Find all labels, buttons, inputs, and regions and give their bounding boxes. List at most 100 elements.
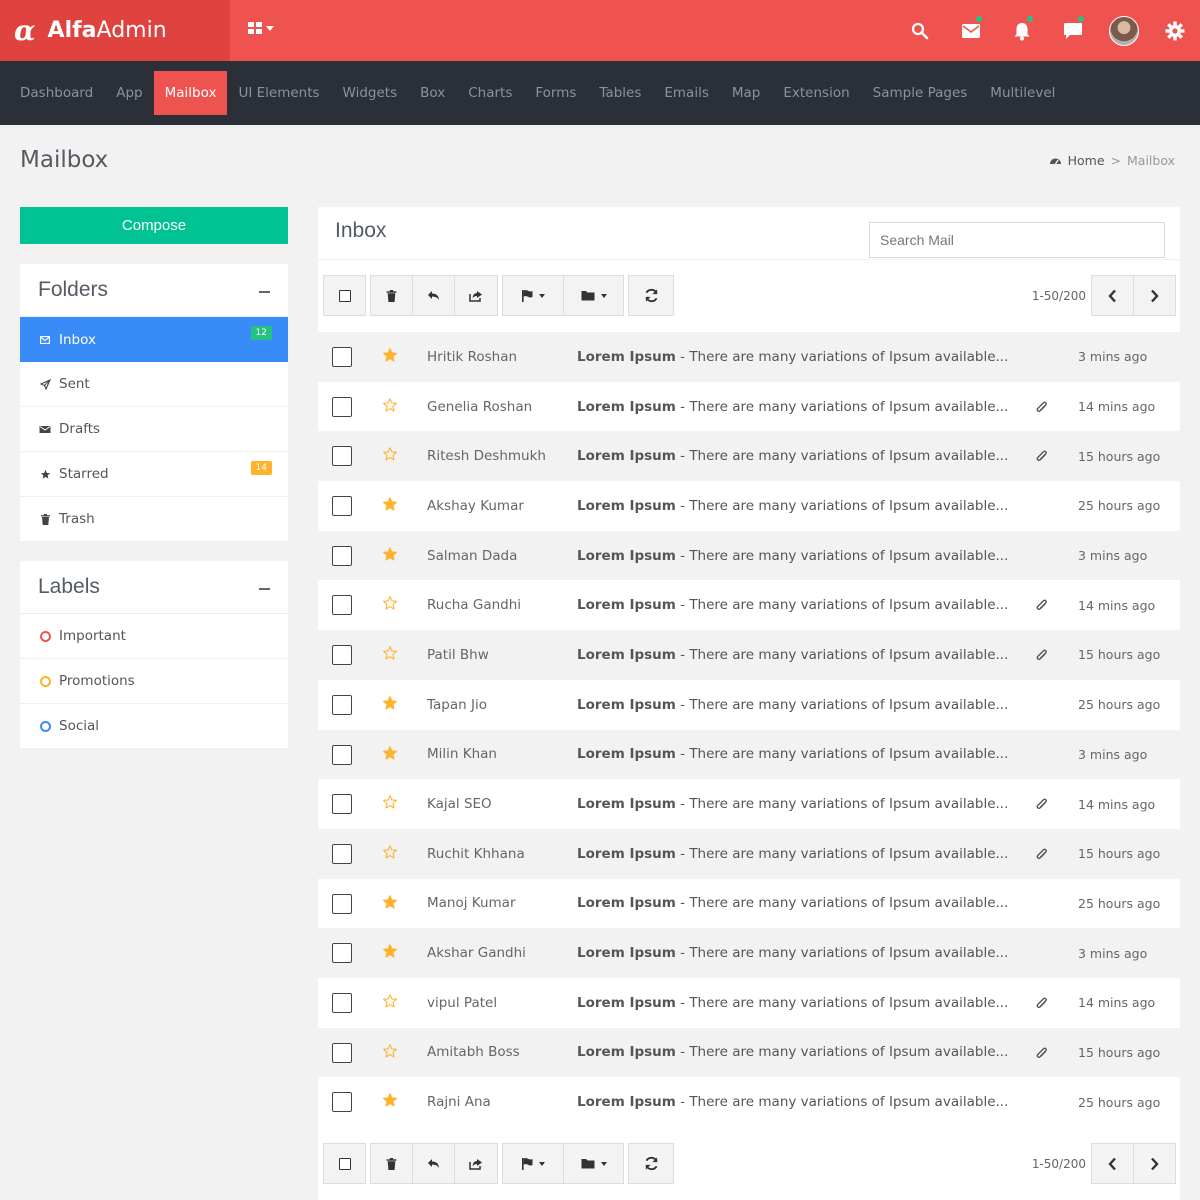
email-row[interactable]: Akshar Gandhi Lorem Ipsum - There are man… (318, 928, 1180, 978)
next-page-button[interactable] (1133, 275, 1176, 316)
apps-grid-toggle[interactable] (248, 22, 274, 34)
email-checkbox[interactable] (332, 893, 352, 914)
email-checkbox[interactable] (332, 794, 352, 815)
email-checkbox[interactable] (332, 347, 352, 367)
email-row[interactable]: Hritik Roshan Lorem Ipsum - There are man… (318, 332, 1180, 382)
email-checkbox[interactable] (332, 396, 352, 417)
star-icon[interactable] (382, 794, 398, 810)
delete-button[interactable] (370, 275, 413, 316)
star-icon[interactable] (382, 496, 398, 512)
email-row[interactable]: Patil Bhw Lorem Ipsum - There are many va… (318, 630, 1180, 680)
nav-item-forms[interactable]: Forms (523, 71, 588, 115)
folder-inbox[interactable]: Inbox 12 (20, 317, 288, 362)
folder-sent[interactable]: Sent (20, 362, 288, 407)
email-row[interactable]: Milin Khan Lorem Ipsum - There are many v… (318, 729, 1180, 780)
folder-starred[interactable]: Starred 14 (20, 452, 288, 497)
nav-item-dashboard[interactable]: Dashboard (8, 71, 105, 115)
label-social[interactable]: Social (20, 704, 288, 749)
settings-button[interactable] (1149, 0, 1200, 61)
reply-button[interactable] (412, 1143, 455, 1184)
email-row[interactable]: Manoj Kumar Lorem Ipsum - There are many … (318, 878, 1180, 929)
chat-button[interactable] (1047, 0, 1098, 61)
flag-dropdown-button[interactable] (502, 1143, 564, 1184)
nav-item-sample-pages[interactable]: Sample Pages (861, 71, 980, 115)
email-row[interactable]: vipul Patel Lorem Ipsum - There are many … (318, 977, 1180, 1028)
email-row[interactable]: Kajal SEO Lorem Ipsum - There are many va… (318, 779, 1180, 829)
email-row[interactable]: Rucha Gandhi Lorem Ipsum - There are many… (318, 580, 1180, 631)
reply-button[interactable] (412, 275, 455, 316)
forward-button[interactable] (454, 1143, 498, 1184)
email-checkbox[interactable] (332, 545, 352, 566)
collapse-icon[interactable] (259, 291, 270, 293)
forward-button[interactable] (454, 275, 498, 316)
email-row[interactable]: Amitabh Boss Lorem Ipsum - There are many… (318, 1027, 1180, 1078)
flag-dropdown-button[interactable] (502, 275, 564, 316)
delete-button[interactable] (370, 1143, 413, 1184)
nav-item-box[interactable]: Box (408, 71, 457, 115)
notifications-button[interactable] (996, 0, 1047, 61)
nav-item-emails[interactable]: Emails (652, 71, 721, 115)
email-checkbox[interactable] (332, 843, 352, 864)
nav-item-charts[interactable]: Charts (456, 71, 524, 115)
collapse-icon[interactable] (259, 588, 270, 590)
star-icon[interactable] (382, 844, 398, 860)
star-icon[interactable] (382, 993, 398, 1009)
email-checkbox[interactable] (332, 694, 352, 715)
move-folder-dropdown-button[interactable] (563, 275, 624, 316)
breadcrumb-home[interactable]: Home (1049, 153, 1105, 168)
email-row[interactable]: Tapan Jio Lorem Ipsum - There are many va… (318, 679, 1180, 730)
star-icon[interactable] (382, 1092, 398, 1108)
nav-item-app[interactable]: App (104, 71, 154, 115)
refresh-button[interactable] (628, 1143, 674, 1184)
star-icon[interactable] (382, 546, 398, 562)
email-checkbox[interactable] (332, 992, 352, 1013)
star-icon[interactable] (382, 645, 398, 661)
compose-button[interactable]: Compose (20, 207, 288, 244)
star-icon[interactable] (382, 446, 398, 462)
search-mail-input[interactable] (869, 222, 1165, 258)
nav-item-map[interactable]: Map (720, 71, 773, 115)
email-checkbox[interactable] (332, 446, 352, 467)
star-icon[interactable] (382, 1043, 398, 1059)
messages-button[interactable] (945, 0, 996, 61)
nav-item-extension[interactable]: Extension (771, 71, 861, 115)
select-all-button[interactable] (323, 1143, 366, 1184)
search-button[interactable] (894, 0, 945, 61)
nav-item-tables[interactable]: Tables (587, 71, 653, 115)
move-folder-dropdown-button[interactable] (563, 1143, 624, 1184)
star-icon[interactable] (382, 745, 398, 761)
user-menu[interactable] (1098, 0, 1149, 61)
email-checkbox[interactable] (332, 496, 352, 517)
star-icon[interactable] (382, 397, 398, 413)
nav-item-mailbox[interactable]: Mailbox (153, 71, 228, 115)
folder-trash[interactable]: Trash (20, 497, 288, 542)
email-checkbox[interactable] (332, 1042, 352, 1063)
email-row[interactable]: Genelia Roshan Lorem Ipsum - There are ma… (318, 381, 1180, 432)
star-icon[interactable] (382, 943, 398, 959)
folder-drafts[interactable]: Drafts (20, 407, 288, 452)
email-row[interactable]: Rajni Ana Lorem Ipsum - There are many va… (318, 1077, 1180, 1127)
prev-page-button[interactable] (1091, 275, 1134, 316)
refresh-button[interactable] (628, 275, 674, 316)
email-row[interactable]: Akshay Kumar Lorem Ipsum - There are many… (318, 481, 1180, 531)
email-checkbox[interactable] (332, 1092, 352, 1113)
email-checkbox[interactable] (332, 645, 352, 666)
select-all-button[interactable] (323, 275, 366, 316)
star-icon[interactable] (382, 894, 398, 910)
nav-item-ui-elements[interactable]: UI Elements (226, 71, 331, 115)
email-row[interactable]: Salman Dada Lorem Ipsum - There are many … (318, 530, 1180, 581)
prev-page-button[interactable] (1091, 1143, 1134, 1184)
label-promotions[interactable]: Promotions (20, 659, 288, 704)
brand-logo[interactable]: α Alfa Admin (0, 0, 230, 61)
email-row[interactable]: Ruchit Khhana Lorem Ipsum - There are man… (318, 828, 1180, 879)
star-icon[interactable] (382, 347, 398, 363)
next-page-button[interactable] (1133, 1143, 1176, 1184)
star-icon[interactable] (382, 695, 398, 711)
email-row[interactable]: Ritesh Deshmukh Lorem Ipsum - There are m… (318, 431, 1180, 482)
label-important[interactable]: Important (20, 614, 288, 659)
email-checkbox[interactable] (332, 744, 352, 765)
email-checkbox[interactable] (332, 943, 352, 964)
star-icon[interactable] (382, 595, 398, 611)
email-checkbox[interactable] (332, 595, 352, 616)
nav-item-multilevel[interactable]: Multilevel (978, 71, 1067, 115)
